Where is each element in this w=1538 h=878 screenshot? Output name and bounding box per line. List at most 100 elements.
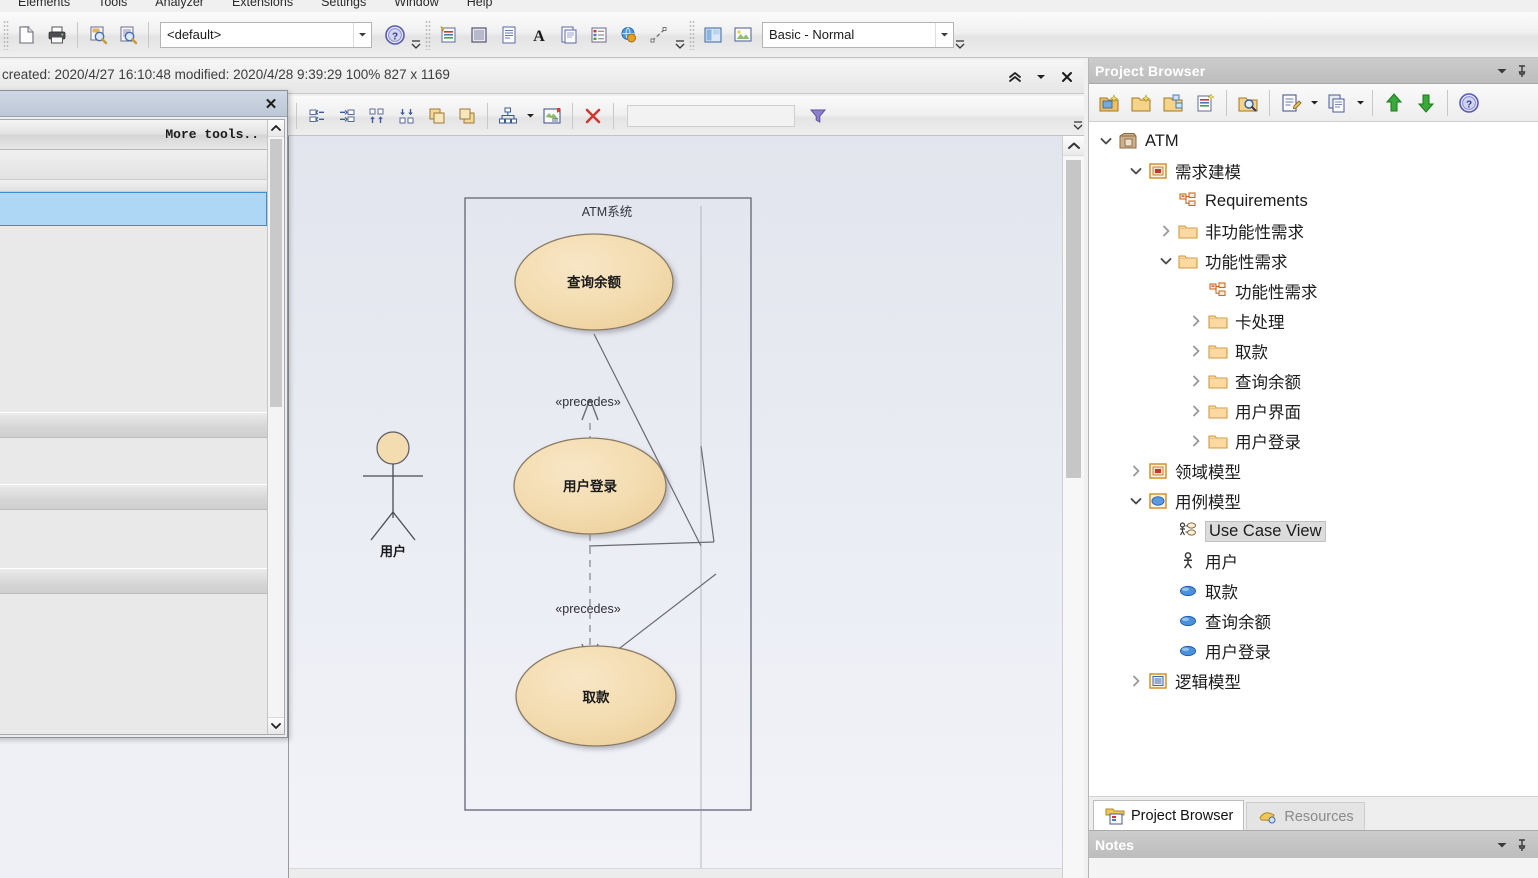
association-actor-login-a[interactable] — [700, 445, 715, 543]
tree-node-16[interactable]: 查询余额 — [1089, 606, 1538, 636]
tree-twisty-collapsed[interactable] — [1125, 460, 1147, 482]
tree-node-15[interactable]: 取款 — [1089, 576, 1538, 606]
tree-node-13[interactable]: Use Case View — [1089, 516, 1538, 546]
new-element-icon[interactable] — [1189, 87, 1221, 119]
toolbar-grip[interactable] — [3, 19, 9, 50]
menu-item-help[interactable]: Help — [453, 0, 507, 11]
collapse-up-button[interactable] — [1002, 64, 1028, 90]
tree-twisty-collapsed[interactable] — [1185, 430, 1207, 452]
dropdown-button[interactable] — [1492, 838, 1512, 852]
scroll-thumb[interactable] — [270, 139, 282, 407]
toolbar-grip[interactable] — [689, 19, 695, 50]
menu-item-elements[interactable]: Elements — [4, 0, 84, 11]
move-down-icon[interactable] — [1410, 87, 1442, 119]
toolbox-group-header[interactable] — [0, 568, 267, 594]
image-icon[interactable] — [728, 20, 758, 50]
tree-twisty-none[interactable] — [1155, 520, 1177, 542]
tree-twisty-expanded[interactable] — [1155, 250, 1177, 272]
scroll-up-button[interactable] — [1063, 136, 1084, 156]
print-icon[interactable] — [42, 20, 72, 50]
document-icon[interactable] — [554, 20, 584, 50]
toolbox-row[interactable] — [0, 226, 267, 412]
diagram-properties-icon[interactable] — [464, 20, 494, 50]
toolbox-row-selected[interactable] — [0, 192, 267, 226]
menu-item-extensions[interactable]: Extensions — [218, 0, 307, 11]
project-tree[interactable]: ATM 需求建模 Requirements 非功能性需求 功能性需求 功能性需求 卡处理 取款… — [1089, 122, 1538, 796]
filter-icon[interactable] — [803, 101, 833, 131]
align-bottom-icon[interactable] — [392, 101, 422, 131]
tree-twisty-none[interactable] — [1155, 190, 1177, 212]
tree-twisty-none[interactable] — [1185, 280, 1207, 302]
style-combo[interactable]: Basic - Normal — [762, 21, 954, 48]
toolbar-grip[interactable] — [425, 19, 431, 50]
tree-twisty-collapsed[interactable] — [1185, 310, 1207, 332]
web-icon[interactable] — [614, 20, 644, 50]
copy-icon[interactable] — [1321, 87, 1353, 119]
tree-node-5[interactable]: 功能性需求 — [1089, 276, 1538, 306]
usecase-withdraw[interactable]: 取款 — [515, 645, 677, 747]
tree-twisty-expanded[interactable] — [1095, 130, 1117, 152]
tree-node-2[interactable]: Requirements — [1089, 186, 1538, 216]
use-case-diagram[interactable]: ATM系统 «precedes» «precedes» 查询余额 用户登录 取款… — [289, 136, 1063, 878]
send-to-back-icon[interactable] — [452, 101, 482, 131]
tree-node-18[interactable]: 逻辑模型 — [1089, 666, 1538, 696]
dropdown-button[interactable] — [1028, 64, 1054, 90]
pin-icon[interactable] — [1512, 61, 1532, 81]
scroll-thumb[interactable] — [1066, 160, 1081, 478]
menu-item-window[interactable]: Window — [380, 0, 452, 11]
toolbox-row[interactable] — [0, 180, 267, 192]
scroll-down-button[interactable] — [268, 717, 284, 734]
more-tools-header[interactable]: More tools.. — [0, 120, 267, 150]
toolbox-row[interactable] — [0, 510, 267, 568]
perspective-combo[interactable]: <default> — [160, 21, 372, 48]
tree-twisty-collapsed[interactable] — [1185, 340, 1207, 362]
toolbox-group-header[interactable] — [0, 484, 267, 510]
diagram-surface[interactable]: ATM系统 «precedes» «precedes» 查询余额 用户登录 取款… — [289, 136, 1062, 878]
tree-twisty-none[interactable] — [1155, 550, 1177, 572]
tree-node-9[interactable]: 用户界面 — [1089, 396, 1538, 426]
bring-to-front-icon[interactable] — [422, 101, 452, 131]
tree-twisty-collapsed[interactable] — [1185, 370, 1207, 392]
toolbar-overflow-button[interactable] — [1072, 99, 1084, 133]
toolbar-overflow-button[interactable] — [410, 18, 422, 52]
add-package-icon[interactable] — [1125, 87, 1157, 119]
menu-item-tools[interactable]: Tools — [84, 0, 141, 11]
tree-node-11[interactable]: 领域模型 — [1089, 456, 1538, 486]
element-properties-icon[interactable] — [434, 20, 464, 50]
align-top-icon[interactable] — [362, 101, 392, 131]
tree-node-14[interactable]: 用户 — [1089, 546, 1538, 576]
chevron-down-icon[interactable] — [353, 22, 371, 47]
association-actor-login[interactable] — [588, 541, 715, 547]
relationship-icon[interactable] — [644, 20, 674, 50]
floating-panel-titlebar[interactable]: ✕ — [0, 91, 287, 117]
delete-icon[interactable] — [578, 101, 608, 131]
tree-node-7[interactable]: 取款 — [1089, 336, 1538, 366]
tree-twisty-collapsed[interactable] — [1125, 670, 1147, 692]
notes-body[interactable] — [1089, 858, 1538, 878]
chevron-down-icon[interactable] — [1353, 87, 1367, 119]
tree-twisty-none[interactable] — [1155, 640, 1177, 662]
toolbox-scrollbar[interactable] — [267, 120, 284, 734]
tree-node-10[interactable]: 用户登录 — [1089, 426, 1538, 456]
dock-tab-project-browser[interactable]: Project Browser — [1093, 800, 1245, 830]
document-search-icon[interactable] — [113, 20, 143, 50]
chevron-down-icon[interactable] — [1307, 87, 1321, 119]
align-right-icon[interactable] — [332, 101, 362, 131]
close-button[interactable] — [1054, 64, 1080, 90]
canvas-vertical-scrollbar[interactable] — [1062, 136, 1084, 878]
chevron-down-icon[interactable] — [935, 22, 953, 47]
tree-node-12[interactable]: 用例模型 — [1089, 486, 1538, 516]
usecase-user-login[interactable]: 用户登录 — [513, 437, 667, 535]
diagram-search-input[interactable] — [627, 104, 795, 127]
dropdown-button[interactable] — [1492, 61, 1512, 81]
workspace-layout-icon[interactable] — [698, 20, 728, 50]
toolbox-row[interactable] — [0, 594, 267, 674]
find-in-project-icon[interactable] — [1232, 87, 1264, 119]
tree-node-3[interactable]: 非功能性需求 — [1089, 216, 1538, 246]
actor-user[interactable]: 用户 — [363, 431, 423, 559]
align-left-icon[interactable] — [302, 101, 332, 131]
tree-node-4[interactable]: 功能性需求 — [1089, 246, 1538, 276]
menu-item-settings[interactable]: Settings — [307, 0, 380, 11]
close-icon[interactable]: ✕ — [261, 94, 281, 114]
menu-item-analyzer[interactable]: Analyzer — [141, 0, 218, 11]
